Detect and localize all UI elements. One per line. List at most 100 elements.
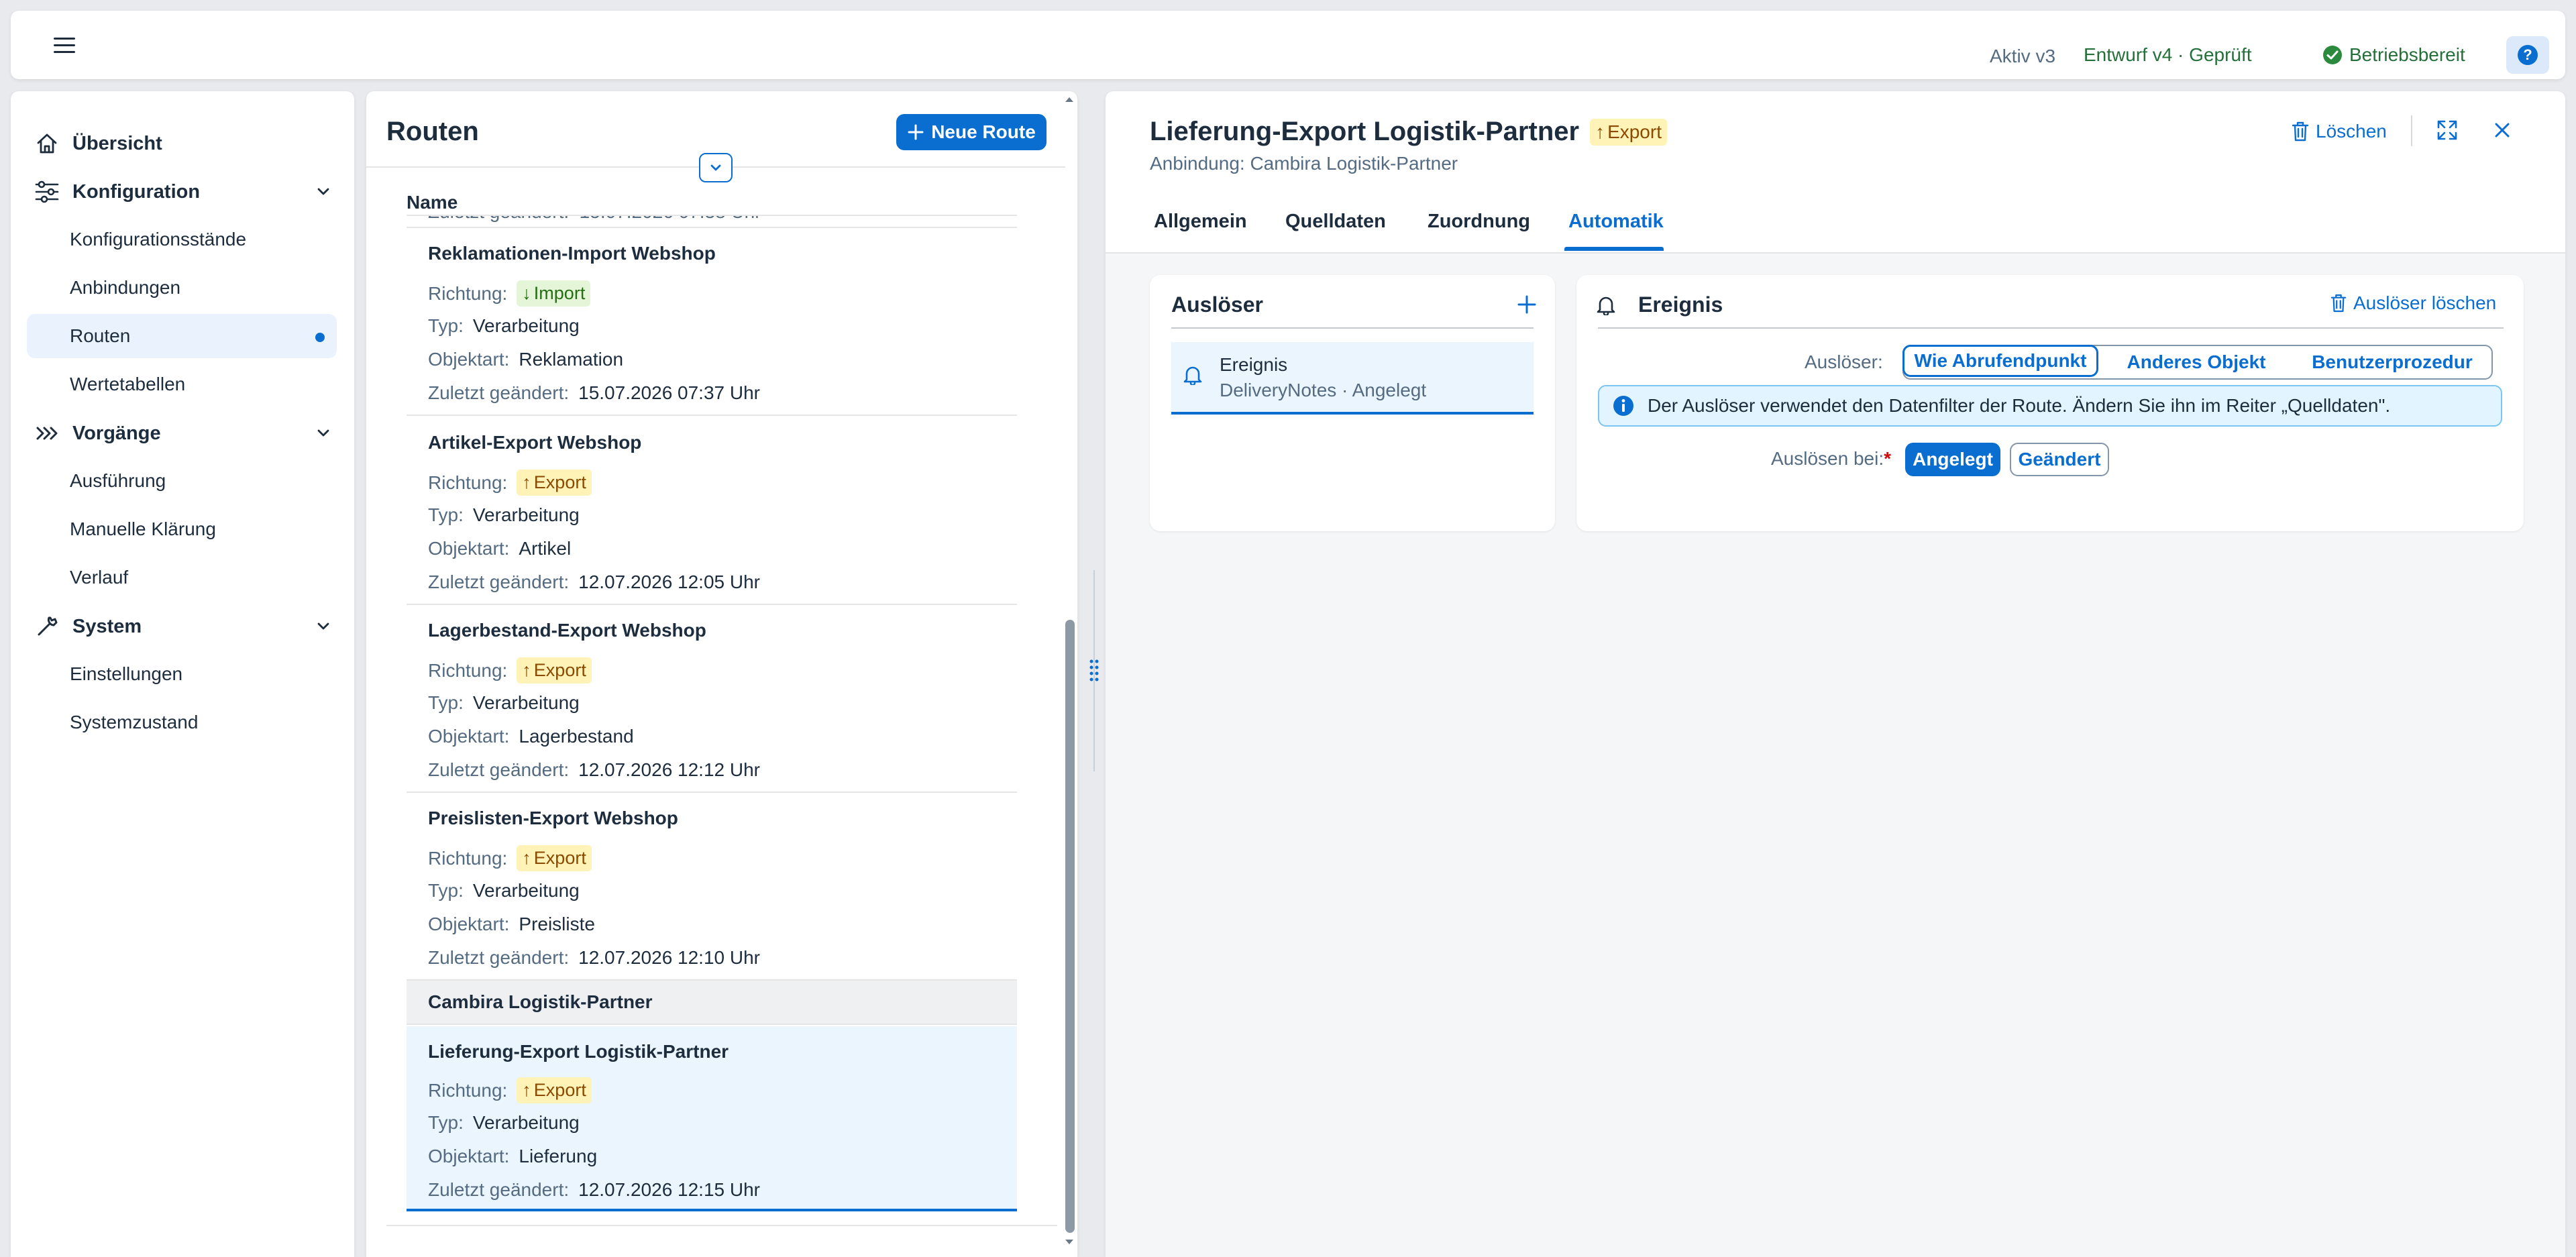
sidebar: Übersicht Konfiguration Konfigurationsst… [11, 91, 354, 1257]
tab-general[interactable]: Allgemein [1154, 211, 1247, 233]
arrow-up-icon: ↑ [522, 848, 531, 868]
route-list-item[interactable]: Reklamationen-Import Webshop Richtung: ↓… [407, 228, 1017, 416]
tab-mapping[interactable]: Zuordnung [1428, 211, 1530, 233]
tab-source-data[interactable]: Quelldaten [1285, 211, 1386, 233]
segment-user-procedure[interactable]: Benutzerprozedur [2294, 346, 2490, 378]
detail-title-text: Lieferung-Export Logistik-Partner [1150, 117, 1580, 146]
direction-value: Export [533, 1080, 586, 1100]
sidebar-item-execution[interactable]: Ausführung [27, 459, 337, 503]
type-value: Verarbeitung [472, 1112, 580, 1133]
new-route-label: Neue Route [931, 121, 1036, 142]
help-button[interactable]: ? [2506, 36, 2549, 74]
chevron-down-icon [314, 182, 333, 201]
changed-label: Zuletzt geändert: [428, 759, 570, 780]
sidebar-item-routes[interactable]: Routen [27, 314, 337, 358]
type-label: Typ: [428, 315, 464, 336]
direction-value: Export [533, 848, 586, 868]
scrollbar-thumb[interactable] [1065, 620, 1075, 1233]
direction-badge: ↑ Export [1590, 118, 1667, 146]
list-footer [386, 1225, 1057, 1257]
type-label: Typ: [428, 504, 464, 525]
column-header-name[interactable]: Name [407, 192, 458, 213]
arrow-up-icon: ↑ [1595, 121, 1605, 142]
changed-value: 12.07.2026 12:12 Uhr [578, 759, 761, 780]
plus-icon [907, 123, 924, 141]
scroll-down-icon[interactable] [1064, 1238, 1075, 1246]
required-mark: * [1884, 448, 1892, 469]
splitter-handle[interactable] [1089, 570, 1099, 771]
page-title: Routen [386, 117, 479, 146]
delete-button[interactable]: Löschen [2292, 117, 2387, 146]
sidebar-item-system-health[interactable]: Systemzustand [27, 700, 337, 745]
changed-label: Zuletzt geändert: [428, 947, 570, 968]
type-label: Typ: [428, 880, 464, 901]
route-list-item[interactable]: Lagerbestand-Export Webshop Richtung: ↑ E… [407, 605, 1017, 793]
segment-other-object[interactable]: Anderes Objekt [2098, 346, 2294, 378]
sidebar-group-processes[interactable]: Vorgänge [34, 415, 342, 452]
detail-header: Lieferung-Export Logistik-Partner ↑ Expor… [1106, 91, 2565, 254]
fire-on-changed-toggle[interactable]: Geändert [2010, 443, 2109, 476]
arrow-up-icon: ↑ [522, 660, 531, 680]
route-list-item[interactable]: Preislisten-Export Webshop Richtung: ↑ Ex… [407, 793, 1017, 981]
delete-trigger-label: Auslöser löschen [2353, 292, 2497, 313]
direction-badge: ↑ Export [517, 470, 592, 496]
type-value: Verarbeitung [472, 692, 580, 713]
close-button[interactable] [2486, 114, 2518, 146]
object-value: Lieferung [519, 1146, 598, 1166]
clipped-row-text: Zuletzt geändert: 15.07.2026 07:38 Uhr [428, 216, 761, 223]
type-value: Verarbeitung [472, 315, 580, 336]
bell-icon [1183, 365, 1202, 385]
trigger-list-item[interactable]: Ereignis DeliveryNotes · Angelegt [1171, 342, 1534, 415]
sidebar-item-settings[interactable]: Einstellungen [27, 652, 337, 696]
menu-icon[interactable] [44, 31, 85, 60]
delete-trigger-button[interactable]: Auslöser löschen [2330, 292, 2496, 314]
double-chevron-right-icon [34, 420, 60, 447]
fire-on-created-toggle[interactable]: Angelegt [1905, 443, 2000, 476]
type-value: Verarbeitung [472, 504, 580, 525]
sidebar-group-label: Vorgänge [72, 422, 161, 444]
direction-label: Richtung: [428, 282, 508, 304]
group-header: Cambira Logistik-Partner [407, 981, 1017, 1025]
sidebar-group-system[interactable]: System [34, 608, 342, 645]
expand-icon [2436, 119, 2458, 141]
route-name: Lieferung-Export Logistik-Partner [428, 1041, 729, 1062]
chevron-down-icon [708, 160, 723, 175]
sidebar-item-manual-clarification[interactable]: Manuelle Klärung [27, 507, 337, 551]
sidebar-item-history[interactable]: Verlauf [27, 555, 337, 600]
tab-automation[interactable]: Automatik [1568, 211, 1664, 233]
sidebar-group-configuration[interactable]: Konfiguration [34, 173, 342, 211]
draft-version[interactable]: Entwurf v4 · Geprüft [2084, 44, 2252, 66]
fullscreen-button[interactable] [2431, 114, 2463, 146]
trash-icon [2330, 294, 2347, 313]
object-value: Lagerbestand [519, 726, 634, 747]
sidebar-item-configuration-states[interactable]: Konfigurationsstände [27, 217, 337, 262]
object-value: Artikel [519, 538, 572, 559]
direction-label: Richtung: [428, 472, 508, 493]
fire-on-label-text: Auslösen bei: [1771, 448, 1884, 469]
object-label: Objektart: [428, 349, 510, 370]
sidebar-item-label: Übersicht [72, 132, 162, 154]
object-label: Objektart: [428, 538, 510, 559]
trigger-type-label: Auslöser: [1805, 351, 1883, 372]
object-value: Reklamation [519, 349, 624, 370]
sidebar-item-value-tables[interactable]: Wertetabellen [27, 362, 337, 406]
sidebar-group-label: System [72, 615, 142, 637]
route-list-item[interactable]: Artikel-Export Webshop Richtung: ↑ Export… [407, 417, 1017, 605]
collapse-header-button[interactable] [699, 153, 733, 182]
object-label: Objektart: [428, 1146, 510, 1166]
header-separator [2411, 115, 2412, 146]
changed-value: 12.07.2026 12:10 Uhr [578, 947, 761, 968]
sidebar-item-connections[interactable]: Anbindungen [27, 266, 337, 310]
direction-label: Richtung: [428, 1079, 508, 1101]
sidebar-item-overview[interactable]: Übersicht [34, 125, 342, 162]
arrow-up-icon: ↑ [522, 1080, 531, 1100]
scroll-up-icon[interactable] [1064, 95, 1075, 103]
segment-like-endpoint[interactable]: Wie Abrufendpunkt [1902, 345, 2098, 377]
check-circle-icon [2322, 45, 2343, 65]
route-name: Lagerbestand-Export Webshop [428, 620, 706, 641]
add-trigger-button[interactable] [1513, 291, 1540, 318]
route-list-item-selected[interactable]: Lieferung-Export Logistik-Partner Richtu… [407, 1026, 1017, 1211]
new-route-button[interactable]: Neue Route [896, 114, 1046, 150]
direction-badge: ↑ Export [517, 1077, 592, 1103]
direction-value: Import [533, 283, 586, 303]
